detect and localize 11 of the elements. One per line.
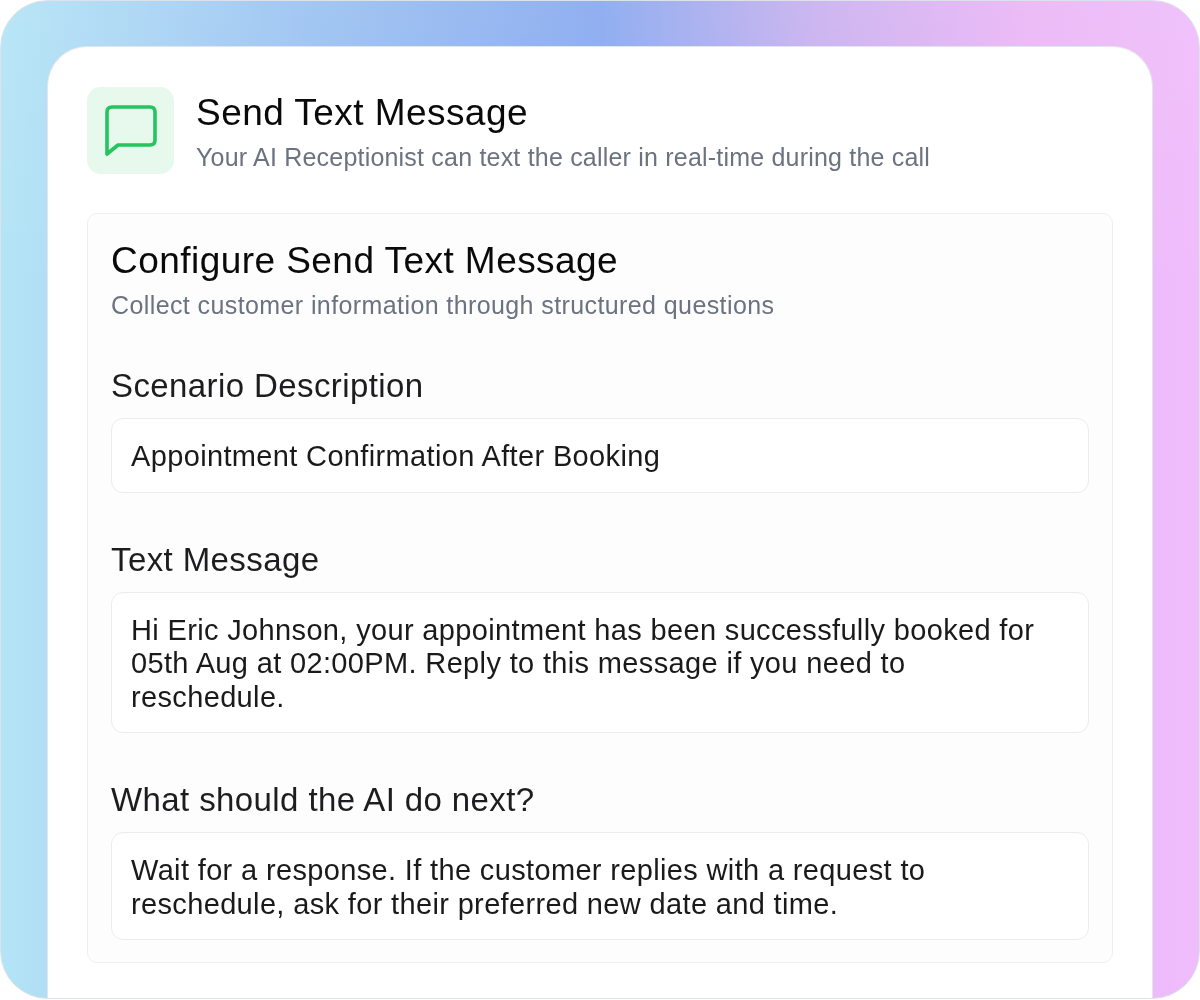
field-label: What should the AI do next? xyxy=(111,780,535,820)
text-field[interactable]: Wait for a response. If the customer replies with a request to reschedule, ask for their preferred new date and time. xyxy=(111,832,1089,940)
page-subtitle: Your AI Receptionist can text the caller in real-time during the call xyxy=(196,142,931,172)
panel-title: Configure Send Text Message xyxy=(111,239,619,283)
chat-bubble-icon xyxy=(87,87,174,174)
page-title: Send Text Message xyxy=(196,91,528,135)
panel-subtitle: Collect customer information through structured questions xyxy=(111,290,775,320)
field-label: Scenario Description xyxy=(111,366,424,406)
field-label: Text Message xyxy=(111,539,320,580)
text-field[interactable]: Hi Eric Johnson, your appointment has been successfully booked for 05th Aug at 02:00PM. Reply to this message if you need to reschedule. xyxy=(111,591,1089,733)
text-field[interactable]: Appointment Confirmation After Booking xyxy=(111,418,1089,493)
